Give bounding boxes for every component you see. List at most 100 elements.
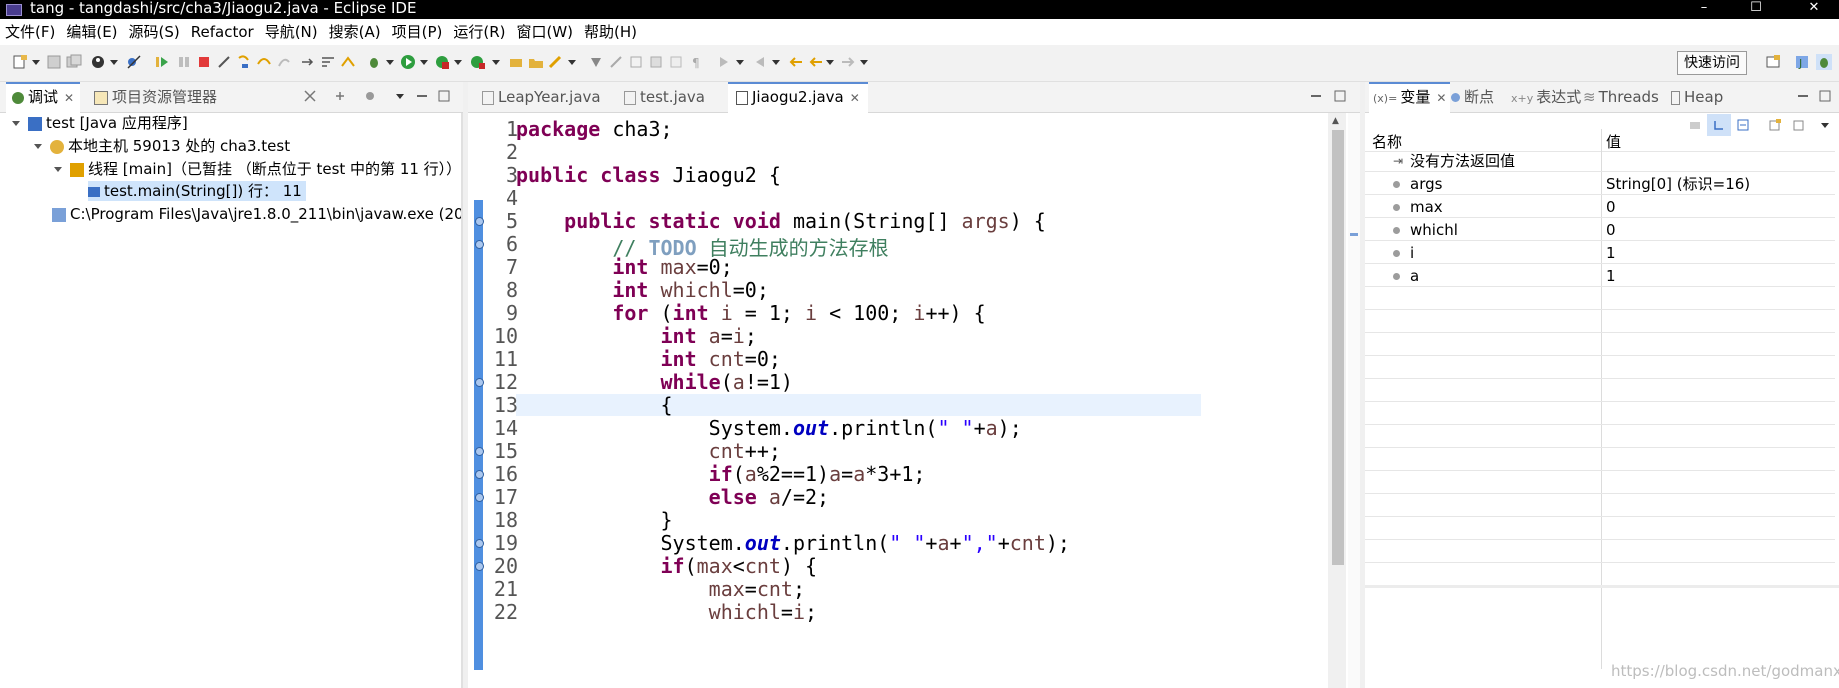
forward-icon[interactable]	[840, 54, 856, 70]
step-return-icon[interactable]	[276, 54, 292, 70]
menu-edit[interactable]: 编辑(E)	[61, 19, 123, 45]
minimize-view-icon[interactable]	[1797, 90, 1809, 102]
code-line[interactable]: System.out.println(" "+a+","+cnt);	[516, 531, 1070, 555]
breakpoint-marker-icon[interactable]	[475, 562, 484, 571]
debug-perspective-icon[interactable]	[1816, 54, 1832, 70]
tab-heap[interactable]: Heap	[1667, 82, 1727, 112]
coverage-icon[interactable]	[434, 54, 450, 70]
code-line[interactable]: public class Jiaogu2 {	[516, 163, 781, 187]
use-step-filters-icon[interactable]	[320, 54, 336, 70]
breakpoint-marker-icon[interactable]	[475, 240, 484, 249]
tab-leapyear-java[interactable]: LeapYear.java	[476, 82, 607, 112]
debug-icon[interactable]	[366, 54, 382, 70]
maximize-view-icon[interactable]	[438, 90, 450, 102]
open-type-icon[interactable]	[548, 54, 564, 70]
toggle-mark-icon[interactable]	[628, 54, 644, 70]
menu-search[interactable]: 搜索(A)	[324, 19, 387, 45]
forward-dropdown-icon[interactable]	[860, 60, 868, 65]
quick-access-input[interactable]: 快速访问	[1677, 51, 1747, 75]
next-annotation-dropdown-icon[interactable]	[736, 60, 744, 65]
minimize-view-icon[interactable]	[416, 90, 428, 102]
skip-breakpoints-icon[interactable]	[126, 54, 142, 70]
tab-expressions[interactable]: x+y 表达式	[1507, 82, 1585, 112]
breakpoint-marker-icon[interactable]	[475, 217, 484, 226]
menu-project[interactable]: 项目(P)	[387, 19, 449, 45]
code-line[interactable]: if(a%2==1)a=a*3+1;	[516, 462, 926, 486]
code-line[interactable]: }	[516, 508, 673, 532]
prev-annotation-dropdown-icon[interactable]	[772, 60, 780, 65]
tree-item-launch[interactable]: test [Java 应用程序]	[12, 113, 188, 133]
code-line[interactable]: int cnt=0;	[516, 347, 781, 371]
panel-divider[interactable]	[461, 113, 463, 688]
code-line[interactable]: {	[516, 393, 673, 417]
open-perspective-icon[interactable]	[1765, 54, 1781, 70]
expand-twisty-icon[interactable]	[54, 167, 62, 172]
open-type-dropdown-icon[interactable]	[568, 60, 576, 65]
block-selection-icon[interactable]	[648, 54, 664, 70]
overview-ruler[interactable]	[1348, 113, 1360, 688]
external-tools-icon[interactable]	[470, 54, 486, 70]
word-wrap-icon[interactable]	[668, 54, 684, 70]
view-settings-icon[interactable]	[364, 90, 376, 102]
code-line[interactable]: if(max<cnt) {	[516, 554, 818, 578]
back-dropdown-icon[interactable]	[826, 60, 834, 65]
details-pane-sash[interactable]	[1365, 585, 1839, 588]
table-row[interactable]: max 0	[1365, 198, 1835, 218]
breakpoint-marker-icon[interactable]	[475, 493, 484, 502]
tree-item-stack-frame[interactable]: test.main(String[]) 行： 11	[88, 181, 306, 201]
new-file-icon[interactable]	[12, 54, 28, 70]
view-menu-icon[interactable]	[1821, 123, 1829, 128]
minimize-editor-icon[interactable]	[1310, 90, 1322, 102]
close-icon[interactable]: ✕	[850, 91, 860, 105]
overview-marker[interactable]	[1350, 233, 1358, 236]
external-tools-dropdown-icon[interactable]	[492, 60, 500, 65]
menu-refactor[interactable]: Refactor	[186, 19, 260, 45]
minimize-button[interactable]: –	[1693, 0, 1715, 15]
back-icon[interactable]	[808, 54, 824, 70]
prev-annotation-icon[interactable]	[752, 54, 768, 70]
tree-item-vm[interactable]: 本地主机 59013 处的 cha3.test	[34, 136, 290, 156]
code-line[interactable]: int a=i;	[516, 324, 757, 348]
view-menu-icon[interactable]	[396, 94, 404, 99]
menu-run[interactable]: 运行(R)	[448, 19, 511, 45]
save-icon[interactable]	[46, 54, 62, 70]
tree-item-process[interactable]: C:\Program Files\Java\jre1.8.0_211\bin\j…	[52, 204, 464, 224]
new-java-package-icon[interactable]	[508, 54, 524, 70]
terminate-icon[interactable]	[196, 54, 212, 70]
code-line[interactable]: int whichl=0;	[516, 278, 769, 302]
last-edit-icon[interactable]	[788, 54, 804, 70]
step-into-icon[interactable]	[236, 54, 252, 70]
table-row[interactable]: i 1	[1365, 244, 1835, 264]
menu-source[interactable]: 源码(S)	[124, 19, 186, 45]
save-all-icon[interactable]	[66, 54, 82, 70]
breakpoint-marker-icon[interactable]	[475, 470, 484, 479]
remove-terminated-icon[interactable]	[304, 90, 316, 102]
code-editor[interactable]: 1 2 3 4 5 6 7 8 9 10 11 12 13 14 15 16 17 18 19 20 21 22 pack…	[468, 113, 1360, 688]
whitespace-icon[interactable]: ¶	[688, 54, 704, 70]
new-dropdown-icon[interactable]	[32, 60, 40, 65]
scroll-up-icon[interactable]: ▲	[1332, 116, 1339, 126]
tab-threads[interactable]: ≋ Threads	[1579, 82, 1663, 112]
close-window-button[interactable]: ✕	[1803, 0, 1825, 15]
code-line[interactable]: else a/=2;	[516, 485, 829, 509]
disconnect-icon[interactable]	[216, 54, 232, 70]
profile-dropdown-icon[interactable]	[110, 60, 118, 65]
java-perspective-icon[interactable]: J	[1794, 54, 1810, 70]
table-row[interactable]: ⇥ 没有方法返回值	[1365, 152, 1835, 172]
tab-breakpoints[interactable]: 断点	[1447, 82, 1498, 112]
code-line[interactable]: for (int i = 1; i < 100; i++) {	[516, 301, 985, 325]
code-line[interactable]: System.out.println(" "+a);	[516, 416, 1022, 440]
tab-variables[interactable]: (x)= 变量 ✕	[1369, 82, 1451, 113]
code-line[interactable]: while(a!=1)	[516, 370, 793, 394]
expand-twisty-icon[interactable]	[34, 144, 42, 149]
menu-file[interactable]: 文件(F)	[0, 19, 61, 45]
drop-to-frame-icon[interactable]	[300, 54, 316, 70]
tab-debug[interactable]: 调试 ✕	[6, 82, 81, 113]
table-row[interactable]: a 1	[1365, 267, 1835, 287]
tab-jiaogu2-java[interactable]: Jiaogu2.java ✕	[728, 82, 868, 113]
breakpoint-marker-icon[interactable]	[475, 539, 484, 548]
debug-dropdown-icon[interactable]	[386, 60, 394, 65]
tab-project-explorer[interactable]: 项目资源管理器	[88, 82, 223, 112]
menu-window[interactable]: 窗口(W)	[512, 19, 580, 45]
code-line[interactable]: whichl=i;	[516, 600, 817, 624]
